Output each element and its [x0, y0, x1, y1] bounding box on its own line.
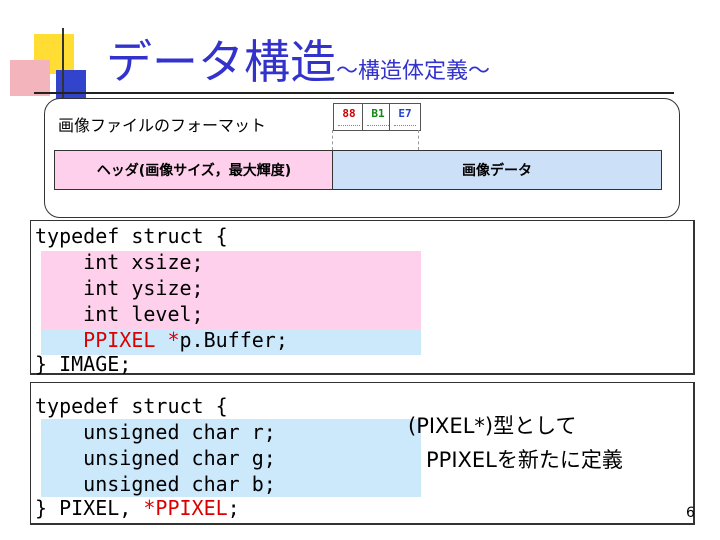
code-identifier: p.Buffer; [179, 328, 288, 352]
hex-byte-box: E7 [389, 103, 421, 131]
code-text: ; [227, 496, 240, 520]
code-line: typedef struct { [35, 224, 228, 248]
code-line: int ysize; [35, 276, 204, 300]
hex-byte-text: E7 [398, 107, 412, 120]
code-line: unsigned char g; [35, 446, 276, 470]
decor-pink-square [10, 60, 50, 96]
hex-byte-dots [338, 125, 360, 127]
code-line: PPIXEL *p.Buffer; [35, 327, 288, 353]
code-type-keyword: PPIXEL * [35, 328, 180, 352]
header-segment: ヘッダ(画像サイズ，最大輝度) [54, 150, 334, 190]
code-type-keyword: *PPIXEL [143, 496, 228, 520]
image-data-segment: 画像データ [332, 150, 662, 190]
typedef-note-line2: PPIXELを新たに定義 [426, 448, 623, 472]
slide-title-sub: ～構造体定義～ [336, 59, 491, 84]
code-line: int xsize; [35, 250, 204, 274]
typedef-note-line1: (PIXEL*)型として [408, 414, 577, 438]
code-line: typedef struct { [35, 394, 228, 418]
hex-byte-dots [367, 125, 389, 127]
code-line: int level; [35, 302, 204, 326]
code-line: unsigned char r; [35, 420, 276, 444]
file-format-label: 画像ファイルのフォーマット [58, 116, 267, 135]
hex-byte-box: 88 [333, 103, 365, 131]
code-line: unsigned char b; [35, 472, 276, 496]
decor-vertical-line [62, 28, 64, 108]
slide-title-main: データ構造 [106, 35, 336, 89]
hex-byte-dots [394, 125, 416, 127]
code-line: } PIXEL, *PPIXEL; [35, 495, 240, 521]
code-text: } PIXEL, [35, 496, 144, 520]
code-line: } IMAGE; [35, 352, 132, 376]
header-segment-label: ヘッダ(画像サイズ，最大輝度) [96, 163, 292, 179]
slide-title: データ構造～構造体定義～ [106, 26, 490, 92]
hex-byte-text: B1 [371, 107, 385, 120]
dashed-connector [418, 130, 419, 150]
image-data-segment-label: 画像データ [462, 163, 532, 179]
title-underline [34, 92, 674, 94]
dashed-connector [332, 130, 333, 150]
page-number: 6 [686, 505, 695, 521]
image-struct-code: typedef struct { int xsize; int ysize; i… [30, 220, 695, 376]
hex-byte-text: 88 [342, 107, 356, 120]
decor-blue-square [56, 70, 86, 100]
